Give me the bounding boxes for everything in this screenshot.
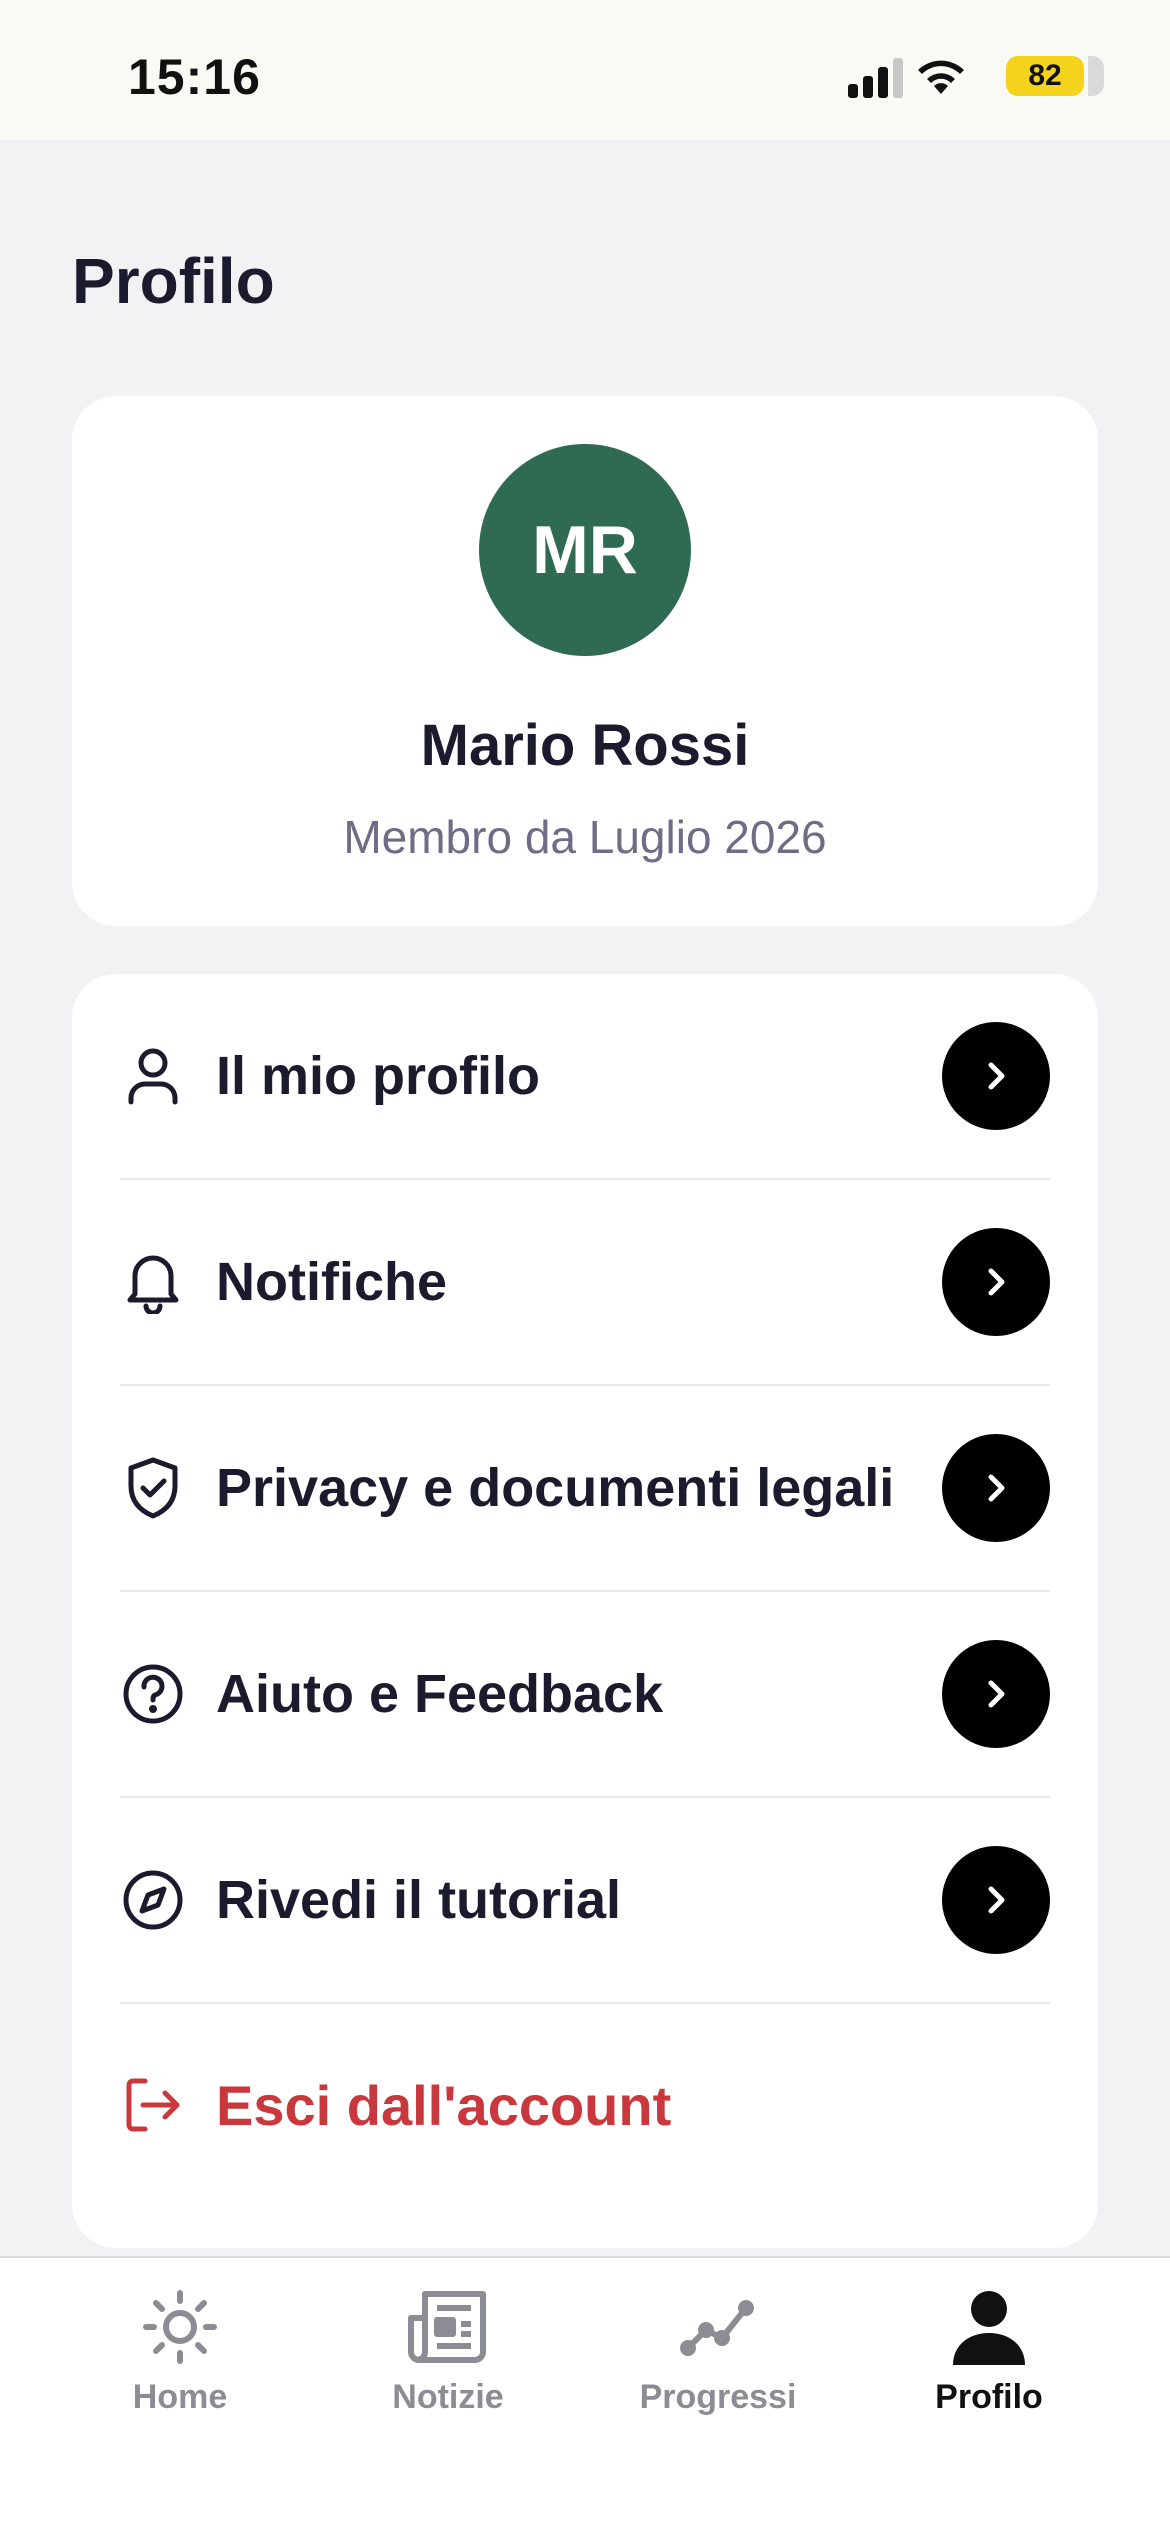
- menu-item-label: Il mio profilo: [216, 1046, 540, 1106]
- status-time: 15:16: [128, 49, 261, 105]
- menu-item-label: Aiuto e Feedback: [216, 1664, 664, 1724]
- chevron-right-icon[interactable]: [942, 1846, 1050, 1954]
- page-title: Profilo: [72, 245, 275, 317]
- chevron-right-icon[interactable]: [942, 1640, 1050, 1748]
- menu-item-label: Rivedi il tutorial: [216, 1870, 622, 1930]
- logout-icon: [120, 2072, 186, 2138]
- tab-bar: Home Notizie Progressi Profilo: [0, 2256, 1170, 2532]
- profile-name: Mario Rossi: [420, 713, 750, 778]
- menu-item-help[interactable]: Aiuto e Feedback: [120, 1592, 1050, 1798]
- menu-item-label: Privacy e documenti legali: [216, 1458, 895, 1518]
- tab-news[interactable]: Notizie: [348, 2282, 548, 2432]
- person-icon: [944, 2282, 1034, 2372]
- member-since: Membro da Luglio 2026: [343, 811, 827, 863]
- compass-icon: [120, 1867, 186, 1933]
- tab-progress[interactable]: Progressi: [618, 2282, 818, 2432]
- tab-label: Home: [132, 2378, 228, 2416]
- tab-profile[interactable]: Profilo: [889, 2282, 1089, 2432]
- logout-label: Esci dall'account: [216, 2073, 672, 2137]
- battery-level: 82: [1028, 59, 1062, 92]
- newspaper-icon: [403, 2282, 493, 2372]
- signal-icon: [848, 58, 903, 98]
- help-circle-icon: [120, 1661, 186, 1727]
- menu-item-tutorial[interactable]: Rivedi il tutorial: [120, 1798, 1050, 2004]
- user-icon: [120, 1043, 186, 1109]
- tab-label: Progressi: [639, 2378, 797, 2416]
- chevron-right-icon[interactable]: [942, 1022, 1050, 1130]
- trend-line-icon: [673, 2282, 763, 2372]
- avatar[interactable]: MR: [479, 444, 691, 656]
- shield-check-icon: [120, 1455, 186, 1521]
- tab-label: Notizie: [392, 2378, 504, 2416]
- tab-label: Profilo: [935, 2378, 1043, 2416]
- settings-menu: Il mio profilo Notifiche Privacy e docum…: [72, 974, 1098, 2248]
- tab-home[interactable]: Home: [80, 2282, 280, 2432]
- menu-item-my-profile[interactable]: Il mio profilo: [120, 974, 1050, 1180]
- sun-icon: [135, 2282, 225, 2372]
- chevron-right-icon[interactable]: [942, 1434, 1050, 1542]
- chevron-right-icon[interactable]: [942, 1228, 1050, 1336]
- menu-item-privacy[interactable]: Privacy e documenti legali: [120, 1386, 1050, 1592]
- profile-card: MR Mario Rossi Membro da Luglio 2026: [72, 396, 1098, 926]
- battery-indicator: 82: [1006, 56, 1104, 96]
- status-bar: 15:16 82: [0, 0, 1170, 140]
- wifi-icon: [918, 60, 964, 94]
- logout-button[interactable]: Esci dall'account: [120, 2030, 1050, 2180]
- menu-item-notifications[interactable]: Notifiche: [120, 1180, 1050, 1386]
- bell-icon: [120, 1249, 186, 1315]
- menu-item-label: Notifiche: [216, 1252, 448, 1312]
